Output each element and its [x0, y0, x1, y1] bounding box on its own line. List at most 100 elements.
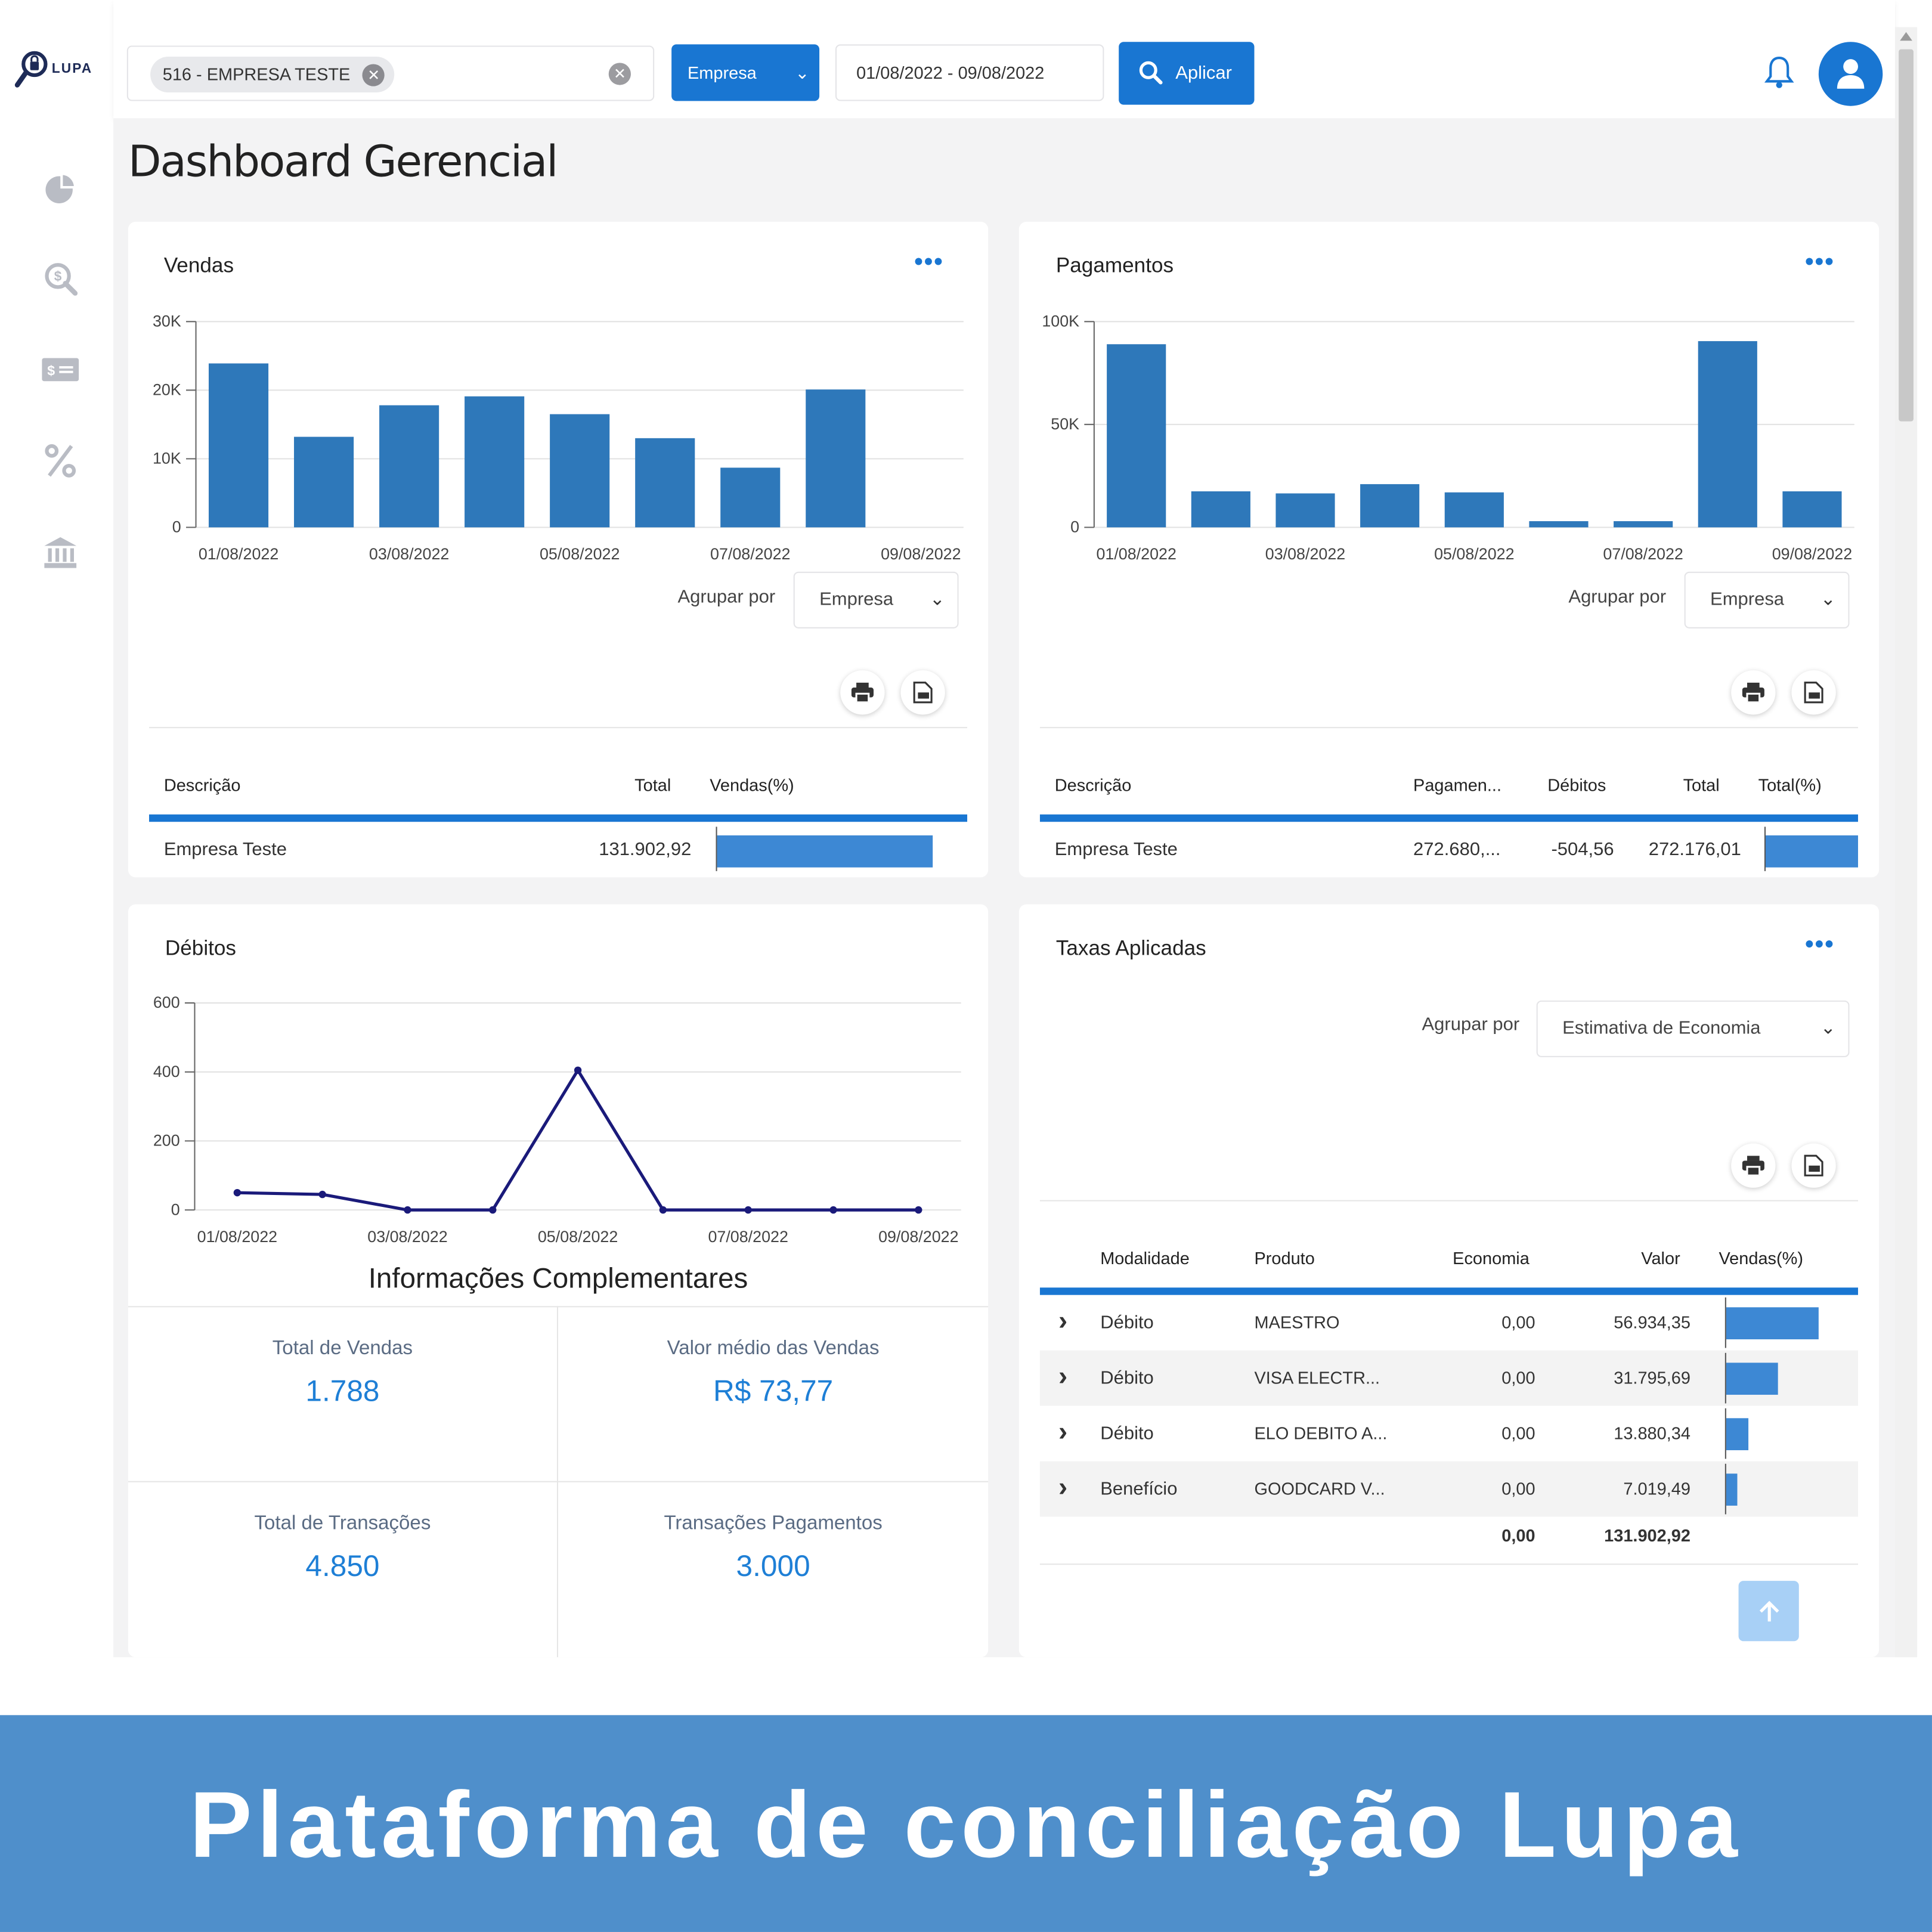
bar[interactable]	[1698, 341, 1757, 528]
bank-icon[interactable]	[42, 534, 79, 571]
bell-icon[interactable]	[1764, 54, 1794, 89]
data-point[interactable]	[744, 1206, 752, 1214]
print-button[interactable]	[840, 670, 885, 715]
export-xls-button[interactable]	[1791, 1143, 1836, 1188]
data-point[interactable]	[404, 1206, 411, 1214]
row-pagamentos: 272.680,...	[1413, 839, 1501, 860]
scrollbar-thumb[interactable]	[1899, 49, 1914, 422]
data-point[interactable]	[233, 1188, 242, 1197]
more-options-icon[interactable]: •••	[1805, 933, 1835, 957]
scroll-up-icon[interactable]	[1900, 32, 1912, 41]
search-icon	[1139, 61, 1163, 85]
col-vendas-pct[interactable]: Vendas(%)	[710, 775, 794, 795]
debitos-card: Débitos 0 200 400 600 01/08/2022 03/08/2022 05…	[128, 904, 989, 1658]
banner-text: Plataforma de conciliação Lupa	[189, 1772, 1743, 1878]
scroll-top-button[interactable]	[1738, 1581, 1799, 1642]
vertical-scrollbar[interactable]	[1894, 27, 1918, 1658]
x-tick-label: 05/08/2022	[538, 1228, 618, 1246]
col-descricao[interactable]: Descrição	[1055, 775, 1132, 795]
apply-button[interactable]: Aplicar	[1119, 42, 1255, 105]
lupa-logo[interactable]: LUPA	[14, 47, 104, 91]
export-xls-button[interactable]	[900, 670, 945, 715]
col-economia[interactable]: Economia	[1453, 1248, 1530, 1268]
bar[interactable]	[806, 389, 866, 528]
chevron-down-icon: ⌄	[929, 589, 945, 610]
entity-select[interactable]: Empresa ⌄	[671, 44, 820, 101]
bar[interactable]	[294, 436, 354, 528]
bar[interactable]	[379, 405, 439, 528]
group-by-select[interactable]: Estimativa de Economia ⌄	[1536, 1000, 1850, 1057]
arrow-up-icon	[1758, 1600, 1779, 1621]
user-avatar[interactable]	[1818, 42, 1883, 106]
clear-filter-icon[interactable]: ✕	[608, 63, 631, 85]
chevron-down-icon: ⌄	[795, 63, 810, 83]
expand-row-icon[interactable]: ›	[1058, 1471, 1067, 1503]
col-total[interactable]: Total	[1683, 775, 1720, 795]
x-tick-label: 09/08/2022	[1772, 545, 1852, 563]
file-export-icon	[913, 682, 933, 704]
company-filter-input[interactable]: 516 - EMPRESA TESTE ✕ ✕	[126, 45, 655, 101]
y-tick-label: 0	[172, 518, 181, 536]
bill-icon[interactable]: $	[42, 351, 79, 388]
divider	[1039, 1200, 1858, 1202]
col-modalidade[interactable]: Modalidade	[1100, 1248, 1190, 1268]
bar[interactable]	[1614, 521, 1673, 528]
bar[interactable]	[1107, 344, 1166, 528]
col-descricao[interactable]: Descrição	[164, 775, 241, 795]
col-valor[interactable]: Valor	[1641, 1248, 1680, 1268]
data-point[interactable]	[318, 1190, 326, 1199]
bar[interactable]	[1360, 484, 1420, 528]
bar[interactable]	[465, 396, 525, 528]
data-point[interactable]	[829, 1206, 837, 1214]
data-point[interactable]	[915, 1206, 922, 1214]
chevron-down-icon: ⌄	[1820, 589, 1836, 610]
data-point[interactable]	[659, 1206, 667, 1214]
group-by-select[interactable]: Empresa ⌄	[1684, 571, 1850, 628]
col-total[interactable]: Total	[634, 775, 671, 795]
taxas-card: Taxas Aplicadas ••• Agrupar por Estimati…	[1018, 904, 1880, 1658]
bar[interactable]	[720, 467, 781, 528]
bar[interactable]	[635, 438, 695, 528]
bar[interactable]	[1275, 493, 1335, 528]
company-chip[interactable]: 516 - EMPRESA TESTE ✕	[150, 57, 395, 92]
cell-produto: VISA ELECTR...	[1254, 1367, 1380, 1388]
svg-text:$: $	[54, 268, 62, 284]
bar[interactable]	[1782, 491, 1842, 528]
export-xls-button[interactable]	[1791, 670, 1836, 715]
expand-row-icon[interactable]: ›	[1058, 1416, 1067, 1448]
stat-label: Total de Transações	[254, 1513, 431, 1534]
bar[interactable]	[1444, 492, 1504, 528]
remove-chip-icon[interactable]: ✕	[363, 64, 385, 86]
expand-row-icon[interactable]: ›	[1058, 1360, 1067, 1392]
percent-icon[interactable]	[42, 442, 79, 479]
row-descricao: Empresa Teste	[1054, 839, 1178, 860]
date-range-input[interactable]: 01/08/2022 - 09/08/2022	[835, 44, 1104, 101]
bar[interactable]	[1529, 521, 1589, 528]
bar[interactable]	[550, 414, 610, 528]
row-total: 272.176,01	[1648, 839, 1741, 860]
sidebar: LUPA $ $	[0, 0, 114, 1658]
col-vendas-pct[interactable]: Vendas(%)	[1719, 1248, 1803, 1268]
col-total-pct[interactable]: Total(%)	[1758, 775, 1822, 795]
stat-label: Transações Pagamentos	[664, 1513, 883, 1534]
divider	[149, 727, 968, 729]
pie-chart-icon[interactable]	[42, 170, 79, 207]
col-debitos[interactable]: Débitos	[1547, 775, 1606, 795]
vendas-card: Vendas ••• 0 10K 20K 30K 01/08/2022 03/08/202…	[128, 221, 989, 878]
cell-valor: 56.934,35	[1614, 1312, 1690, 1332]
stat-label: Valor médio das Vendas	[667, 1338, 880, 1360]
bar[interactable]	[1191, 491, 1250, 528]
divider	[128, 1481, 989, 1482]
data-point[interactable]	[489, 1206, 497, 1214]
bar[interactable]	[208, 363, 269, 528]
valor-medio-stat: Valor médio das Vendas R$ 73,77	[558, 1338, 989, 1410]
data-point[interactable]	[574, 1066, 582, 1074]
col-pagamentos[interactable]: Pagamen...	[1413, 775, 1501, 795]
print-button[interactable]	[1731, 670, 1776, 715]
print-button[interactable]	[1731, 1143, 1776, 1188]
table-header-rule	[1039, 814, 1858, 822]
expand-row-icon[interactable]: ›	[1058, 1305, 1067, 1337]
group-by-select[interactable]: Empresa ⌄	[793, 571, 959, 628]
search-money-icon[interactable]: $	[42, 260, 79, 297]
col-produto[interactable]: Produto	[1254, 1248, 1314, 1268]
